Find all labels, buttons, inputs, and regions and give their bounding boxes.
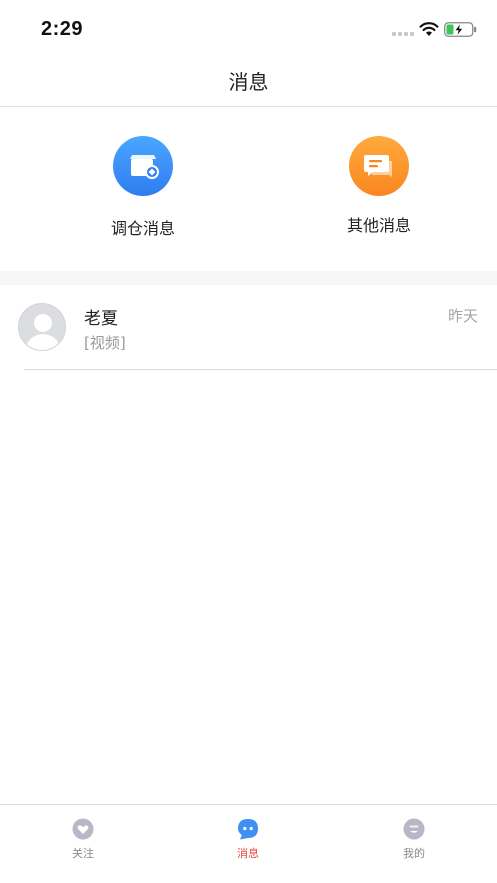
category-label: 其他消息 (346, 216, 411, 235)
wifi-icon (419, 22, 439, 36)
row-divider (24, 369, 497, 370)
category-other-messages[interactable]: 其他消息 (299, 107, 459, 271)
message-preview: [视频] (84, 334, 126, 352)
tab-label: 消息 (237, 847, 259, 860)
tab-bar: 关注 消息 我的 (0, 804, 497, 883)
category-label: 调仓消息 (110, 219, 175, 238)
default-avatar-icon (18, 303, 66, 351)
messages-screen: 2:29 消息 调仓消息 其他消息 老夏 [视频] 昨天 关注 消息 我的 (0, 0, 497, 883)
tab-label: 关注 (72, 847, 94, 860)
section-divider (0, 271, 497, 285)
message-time: 昨天 (447, 307, 478, 325)
status-time: 2:29 (41, 18, 84, 40)
conversation-row[interactable]: 老夏 [视频] 昨天 (0, 285, 497, 370)
profile-face-icon (403, 818, 425, 840)
chat-message-icon (349, 136, 409, 196)
warehouse-message-icon (113, 136, 173, 196)
battery-charging-icon (444, 22, 477, 37)
tab-follow[interactable]: 关注 (0, 805, 166, 883)
tab-messages[interactable]: 消息 (165, 805, 331, 883)
contact-name: 老夏 (84, 309, 118, 329)
page-title: 消息 (228, 70, 269, 94)
message-bubble-icon (238, 819, 258, 840)
tab-label: 我的 (403, 847, 425, 860)
tab-profile[interactable]: 我的 (331, 805, 497, 883)
category-position-adjust-messages[interactable]: 调仓消息 (63, 107, 223, 271)
heart-badge-icon (72, 818, 94, 840)
status-bar: 2:29 (0, 0, 497, 58)
nav-bar: 消息 (0, 58, 497, 107)
signal-icon (392, 32, 414, 38)
message-categories: 调仓消息 其他消息 (0, 107, 497, 271)
